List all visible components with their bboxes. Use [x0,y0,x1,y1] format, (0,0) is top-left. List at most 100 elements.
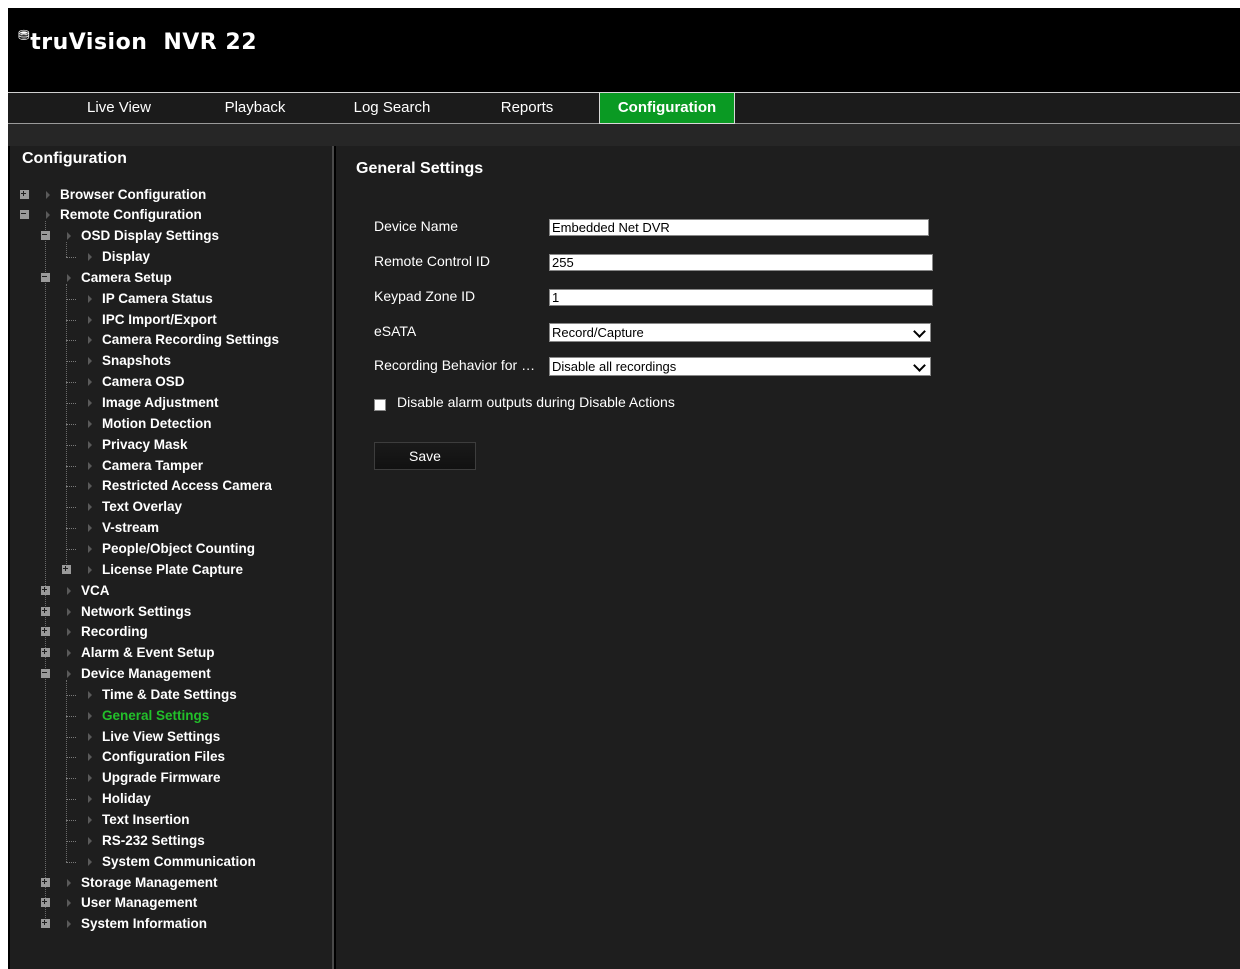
sidebar-item-text-overlay[interactable]: Text Overlay [10,497,328,517]
remote-control-id-input[interactable] [549,254,933,271]
save-button[interactable]: Save [374,442,476,470]
tree-branch-line [66,319,76,322]
sidebar-item-browser-configuration[interactable]: Browser Configuration [10,185,328,205]
sidebar-item-upgrade-firmware[interactable]: Upgrade Firmware [10,768,328,788]
tree-branch-line [66,361,76,363]
sidebar-item-camera-tamper[interactable]: Camera Tamper [10,456,328,476]
sidebar-item-camera-recording-settings[interactable]: Camera Recording Settings [10,330,328,350]
tree-branch-line [66,840,76,843]
sidebar-item-general-settings[interactable]: General Settings [10,706,328,726]
sidebar-item-remote-configuration[interactable]: Remote Configuration [10,205,328,225]
tab-live-view[interactable]: Live View [76,93,162,123]
product-name: NVR 22 [163,30,258,55]
sidebar-item-recording[interactable]: Recording [10,622,328,642]
tree-arrow-icon [88,836,92,845]
recording-behavior-select[interactable]: Disable all recordings [549,357,931,376]
sidebar-item-holiday[interactable]: Holiday [10,789,328,809]
sidebar-item-osd-display-settings[interactable]: OSD Display Settings [10,226,328,246]
tree-arrow-icon [67,232,71,241]
sidebar-item-label: Camera Setup [81,269,172,285]
tree-arrow-icon [88,461,92,470]
sidebar-item-v-stream[interactable]: V-stream [10,518,328,538]
sidebar-item-label: System Communication [102,853,256,869]
sidebar-item-motion-detection[interactable]: Motion Detection [10,414,328,434]
sidebar-item-live-view-settings[interactable]: Live View Settings [10,727,328,747]
tree-arrow-icon [88,816,92,824]
sidebar-item-configuration-files[interactable]: Configuration Files [10,747,328,767]
sidebar-item-network-settings[interactable]: Network Settings [10,602,328,622]
subheader-strip [8,124,1240,146]
tree-arrow-icon [67,899,71,908]
sidebar-item-display[interactable]: Display [10,247,328,267]
sidebar-item-alarm-and-event-setup[interactable]: Alarm & Event Setup [10,643,328,663]
sidebar-item-privacy-mask[interactable]: Privacy Mask [10,435,328,455]
expand-icon[interactable] [41,648,50,658]
sidebar: Configuration Browser Configuration Remot… [10,146,334,969]
keypad-zone-id-label: Keypad Zone ID [374,288,476,304]
sidebar-item-label: Time & Date Settings [102,686,237,702]
sidebar-item-label: Camera Tamper [102,457,204,473]
sidebar-item-license-plate-capture[interactable]: License Plate Capture [10,560,328,580]
expand-icon[interactable] [41,877,50,887]
tree-arrow-icon [88,294,92,303]
tree-arrow-icon [88,732,92,741]
tab-reports[interactable]: Reports [486,93,568,123]
tree-branch-line [66,507,76,509]
sidebar-item-device-management[interactable]: Device Management [10,664,328,684]
sidebar-item-label: IP Camera Status [102,290,213,306]
tab-playback[interactable]: Playback [212,93,298,123]
tree-arrow-icon [67,607,71,616]
expand-icon[interactable] [41,606,50,616]
sidebar-item-restricted-access-camera[interactable]: Restricted Access Camera [10,476,328,496]
recording-behavior-select-value: Disable all recordings [552,359,677,374]
app-frame: ⛃truVision NVR 22 Live View Playback Log … [8,8,1240,969]
keypad-zone-id-input[interactable] [549,289,933,306]
sidebar-item-label: Privacy Mask [102,436,188,452]
tree-arrow-icon [88,503,92,512]
collapse-icon[interactable] [41,272,50,282]
disable-alarm-outputs-checkbox[interactable] [374,399,386,411]
tab-log-search[interactable]: Log Search [340,93,444,123]
expand-icon[interactable] [41,919,50,929]
sidebar-item-image-adjustment[interactable]: Image Adjustment [10,393,328,413]
tree-branch-line [66,757,76,759]
expand-icon[interactable] [62,564,71,574]
collapse-icon[interactable] [20,210,29,220]
esata-select[interactable]: Record/Capture [549,323,931,342]
tree-arrow-icon [88,482,92,491]
sidebar-item-ip-camera-status[interactable]: IP Camera Status [10,289,328,309]
sidebar-item-vca[interactable]: VCA [10,581,328,601]
sidebar-item-storage-management[interactable]: Storage Management [10,873,328,893]
device-name-input[interactable] [549,219,929,236]
sidebar-item-user-management[interactable]: User Management [10,893,328,913]
tree-arrow-icon [88,753,92,762]
sidebar-item-camera-osd[interactable]: Camera OSD [10,372,328,392]
sidebar-item-ipc-import-export[interactable]: IPC Import/Export [10,310,328,330]
sidebar-item-system-information[interactable]: System Information [10,914,328,934]
sidebar-item-text-insertion[interactable]: Text Insertion [10,810,328,830]
sidebar-item-people-object-counting[interactable]: People/Object Counting [10,539,328,559]
expand-icon[interactable] [41,627,50,637]
sidebar-item-snapshots[interactable]: Snapshots [10,351,328,371]
chevron-down-icon [913,325,926,338]
tree-arrow-icon [88,315,92,324]
sidebar-item-rs-232-settings[interactable]: RS-232 Settings [10,831,328,851]
tree-branch-line [66,403,76,405]
tree-arrow-icon [88,857,92,866]
collapse-icon[interactable] [41,669,50,679]
sidebar-item-camera-setup[interactable]: Camera Setup [10,268,328,288]
sidebar-item-time-and-date-settings[interactable]: Time & Date Settings [10,685,328,705]
sidebar-item-label: User Management [81,895,198,911]
expand-icon[interactable] [41,585,50,595]
sidebar-item-label: IPC Import/Export [102,311,217,327]
expand-icon[interactable] [20,189,29,199]
sidebar-item-label: Image Adjustment [102,395,219,410]
tab-configuration[interactable]: Configuration [599,92,735,124]
expand-icon[interactable] [41,898,50,908]
tree-branch-line [66,694,76,697]
sidebar-item-label: Snapshots [102,353,172,369]
tree-branch-line [66,778,76,780]
sidebar-item-system-communication[interactable]: System Communication [10,852,328,872]
sidebar-item-label: Restricted Access Camera [102,478,272,494]
collapse-icon[interactable] [41,231,50,241]
